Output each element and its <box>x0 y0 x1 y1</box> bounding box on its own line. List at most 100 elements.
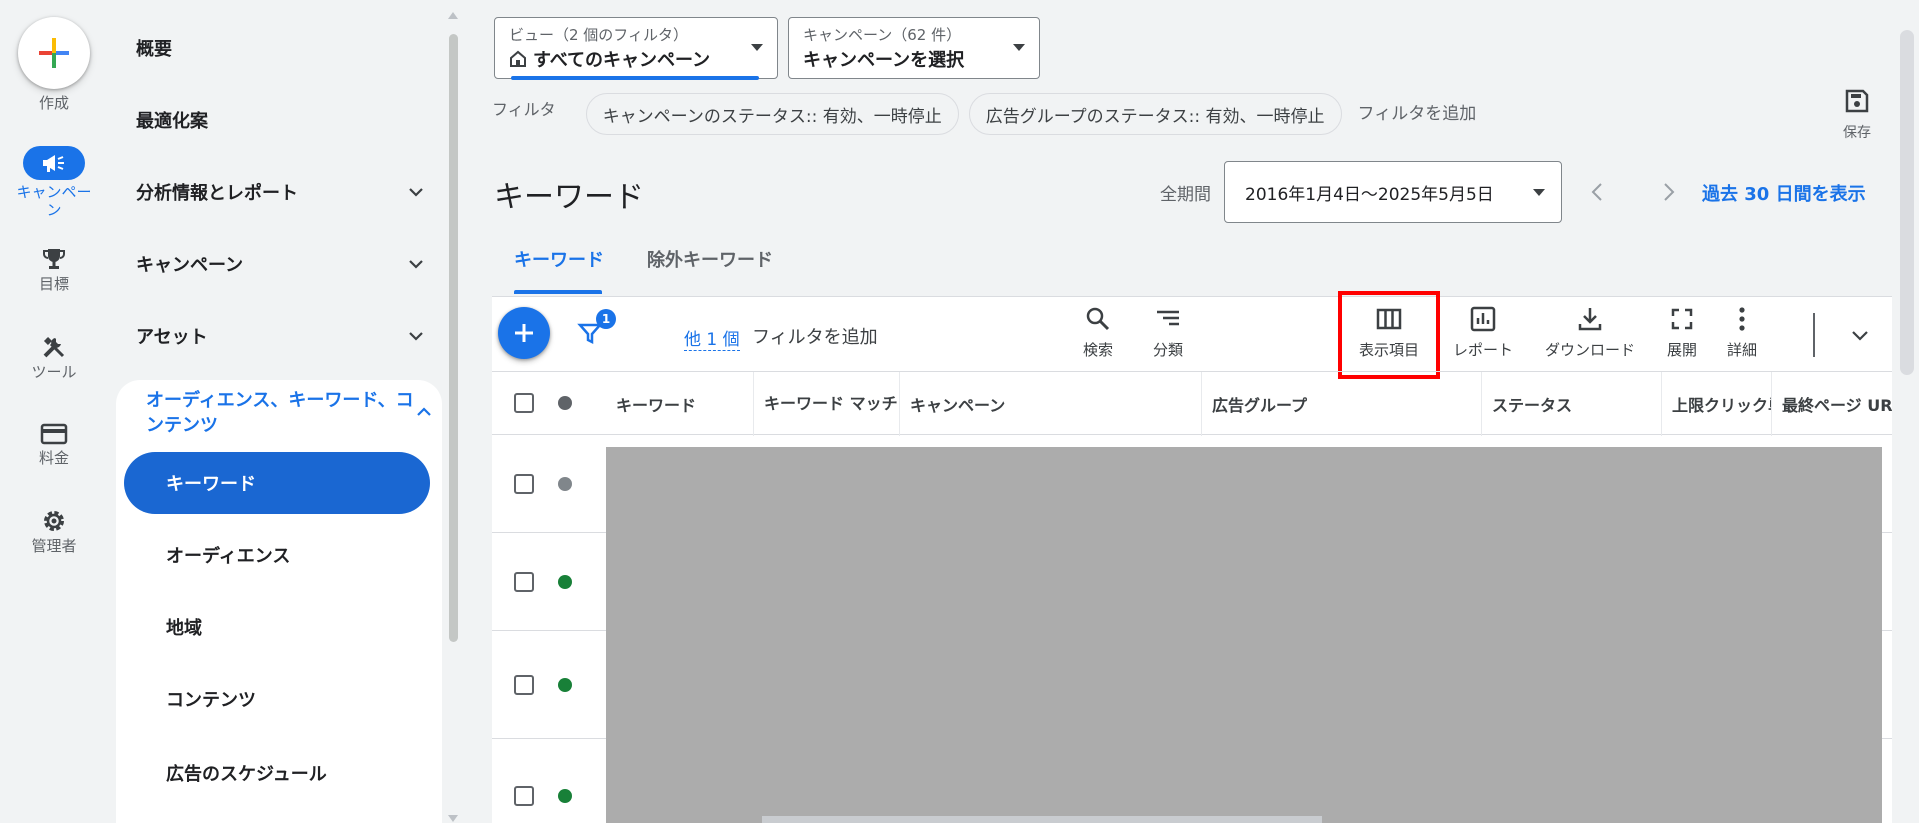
more-tool-button[interactable]: 詳細 <box>1720 305 1764 360</box>
status-header-dot <box>558 396 572 410</box>
scroll-up-arrow[interactable] <box>448 12 458 19</box>
sub-item-label: キーワード <box>166 474 256 495</box>
row-checkbox[interactable] <box>514 786 534 806</box>
tab-negative-keywords[interactable]: 除外キーワード <box>647 246 773 272</box>
tool-label: 分類 <box>1152 341 1183 359</box>
rail-item-goals[interactable]: 目標 <box>0 246 108 293</box>
download-icon <box>1578 308 1602 331</box>
rail-label-admin: 管理者 <box>31 537 77 555</box>
column-header-keyword[interactable]: キーワード <box>606 372 754 436</box>
rail-item-admin[interactable]: 管理者 <box>0 508 108 555</box>
sub-item-keywords[interactable]: キーワード <box>124 452 430 514</box>
scrollbar-thumb[interactable] <box>449 34 458 642</box>
column-header-final-url[interactable]: 最終ページ URL <box>1772 372 1892 436</box>
search-tool-button[interactable]: 検索 <box>1070 305 1126 360</box>
nav-panel: 概要 最適化案 分析情報とレポート キャンペーン アセット オーディエンス、キー… <box>116 0 442 823</box>
view-selector[interactable]: ビュー（2 個のフィルタ） すべてのキャンペーン <box>494 17 778 80</box>
column-header-ad-group[interactable]: 広告グループ <box>1202 372 1482 436</box>
nav-item-recommendations[interactable]: 最適化案 <box>136 100 426 140</box>
row-checkbox[interactable] <box>514 675 534 695</box>
nav-section-toggle[interactable]: オーディエンス、キーワード、コンテンツ <box>146 388 431 438</box>
toolbar-add-filter[interactable]: フィルタを追加 <box>752 323 878 349</box>
row-checkbox[interactable] <box>514 474 534 494</box>
nav-item-label: キャンペーン <box>136 255 244 276</box>
nav-item-label: 概要 <box>136 39 172 60</box>
nav-item-label: 分析情報とレポート <box>136 183 298 204</box>
segment-tool-button[interactable]: 分類 <box>1140 305 1196 360</box>
filter-chip-adgroup-status[interactable]: 広告グループのステータス:: 有効、一時停止 <box>968 93 1342 135</box>
report-tool-button[interactable]: レポート <box>1448 305 1518 360</box>
columns-tool-button[interactable]: 表示項目 <box>1344 305 1434 360</box>
tab-keywords[interactable]: キーワード <box>514 246 604 272</box>
nav-item-insights-reports[interactable]: 分析情報とレポート <box>136 172 426 212</box>
report-icon <box>1470 306 1496 332</box>
sub-item-ad-schedule[interactable]: 広告のスケジュール <box>124 742 430 804</box>
rail-item-tools[interactable]: ツール <box>0 334 108 381</box>
nav-item-campaigns[interactable]: キャンペーン <box>136 244 426 284</box>
download-tool-button[interactable]: ダウンロード <box>1540 305 1640 360</box>
select-all-checkbox[interactable] <box>514 393 534 413</box>
row-checkbox[interactable] <box>514 572 534 592</box>
filter-row: フィルタ キャンペーンのステータス:: 有効、一時停止 広告グループのステータス… <box>492 92 1476 136</box>
redacted-content <box>606 447 1882 823</box>
rail-item-campaigns[interactable]: キャンペーン <box>0 146 108 219</box>
main-content: ビュー（2 個のフィルタ） すべてのキャンペーン キャンペーン（62 件） キャ… <box>492 0 1892 823</box>
tool-label: レポート <box>1452 341 1513 359</box>
sub-item-content[interactable]: コンテンツ <box>124 668 430 730</box>
chevron-down-icon <box>409 188 423 197</box>
date-range-value: 2016年1月4日～2025年5月5日 <box>1245 184 1494 205</box>
sub-item-label: コンテンツ <box>166 690 256 711</box>
nav-item-assets[interactable]: アセット <box>136 316 426 356</box>
column-header-status[interactable]: ステータス <box>1482 372 1662 436</box>
column-header-match-type[interactable]: キーワード マッチ <box>754 372 900 436</box>
date-range-picker[interactable]: 2016年1月4日～2025年5月5日 <box>1224 161 1562 223</box>
scroll-down-arrow[interactable] <box>448 815 458 822</box>
nav-section-label: オーディエンス、キーワード、コンテンツ <box>146 390 414 436</box>
main-scrollbar[interactable] <box>1900 30 1914 375</box>
paused-status-icon <box>558 477 572 491</box>
column-header-max-cpc[interactable]: 上限クリック単価 <box>1662 372 1772 436</box>
nav-scrollbar[interactable] <box>447 12 459 822</box>
rail-label-billing: 料金 <box>38 449 69 467</box>
app-root: 作成 キャンペーン 目標 ツール 料金 管理者 概要 最適化案 分析情報とレポー… <box>0 0 1919 823</box>
home-icon <box>510 50 526 67</box>
filter-button[interactable]: 1 <box>576 309 616 351</box>
view-selector-value: すべてのキャンペーン <box>533 50 711 71</box>
nav-item-overview[interactable]: 概要 <box>136 28 426 68</box>
view-selector-label: ビュー（2 個のフィルタ） <box>509 26 689 44</box>
rail-label-campaigns: キャンペーン <box>16 183 92 219</box>
columns-icon <box>1376 308 1402 330</box>
sub-item-label: 広告のスケジュール <box>166 764 327 785</box>
tool-label: 表示項目 <box>1358 341 1419 359</box>
create-button[interactable] <box>18 17 90 89</box>
sub-item-label: 地域 <box>166 618 202 639</box>
period-label: 全期間 <box>1160 185 1211 205</box>
nav-section-audiences: オーディエンス、キーワード、コンテンツ キーワード オーディエンス 地域 コンテ… <box>116 380 442 823</box>
sub-item-locations[interactable]: 地域 <box>124 596 430 658</box>
tab-indicator <box>514 290 602 294</box>
redacted-content <box>762 816 1322 823</box>
show-last-30-days-link[interactable]: 過去 30 日間を表示 <box>1702 180 1866 206</box>
chevron-left-icon[interactable] <box>1586 180 1610 204</box>
filter-chip-campaign-status[interactable]: キャンペーンのステータス:: 有効、一時停止 <box>585 93 959 135</box>
chevron-right-icon[interactable] <box>1656 180 1680 204</box>
add-filter-link[interactable]: フィルタを追加 <box>1358 99 1477 124</box>
tool-label: ダウンロード <box>1544 341 1635 359</box>
save-view-button[interactable]: 保存 <box>1832 88 1882 142</box>
add-keyword-button[interactable] <box>498 307 550 359</box>
filter-count-badge: 1 <box>596 309 616 329</box>
chevron-up-icon <box>417 407 431 416</box>
view-selector-underline <box>511 76 759 80</box>
sub-item-audiences[interactable]: オーディエンス <box>124 524 430 586</box>
rail-item-billing[interactable]: 料金 <box>0 422 108 467</box>
tools-icon <box>43 336 65 358</box>
filter-label: フィルタ <box>492 100 556 119</box>
other-filters-link[interactable]: 他 1 個 <box>684 325 740 351</box>
expand-tool-button[interactable]: 展開 <box>1660 305 1704 360</box>
more-vert-icon <box>1739 307 1745 331</box>
campaign-selector[interactable]: キャンペーン（62 件） キャンペーンを選択 <box>788 17 1040 79</box>
gear-icon <box>44 511 64 531</box>
chevron-down-icon[interactable] <box>1848 323 1872 347</box>
tool-label: 詳細 <box>1726 341 1757 359</box>
column-header-campaign[interactable]: キャンペーン <box>900 372 1202 436</box>
